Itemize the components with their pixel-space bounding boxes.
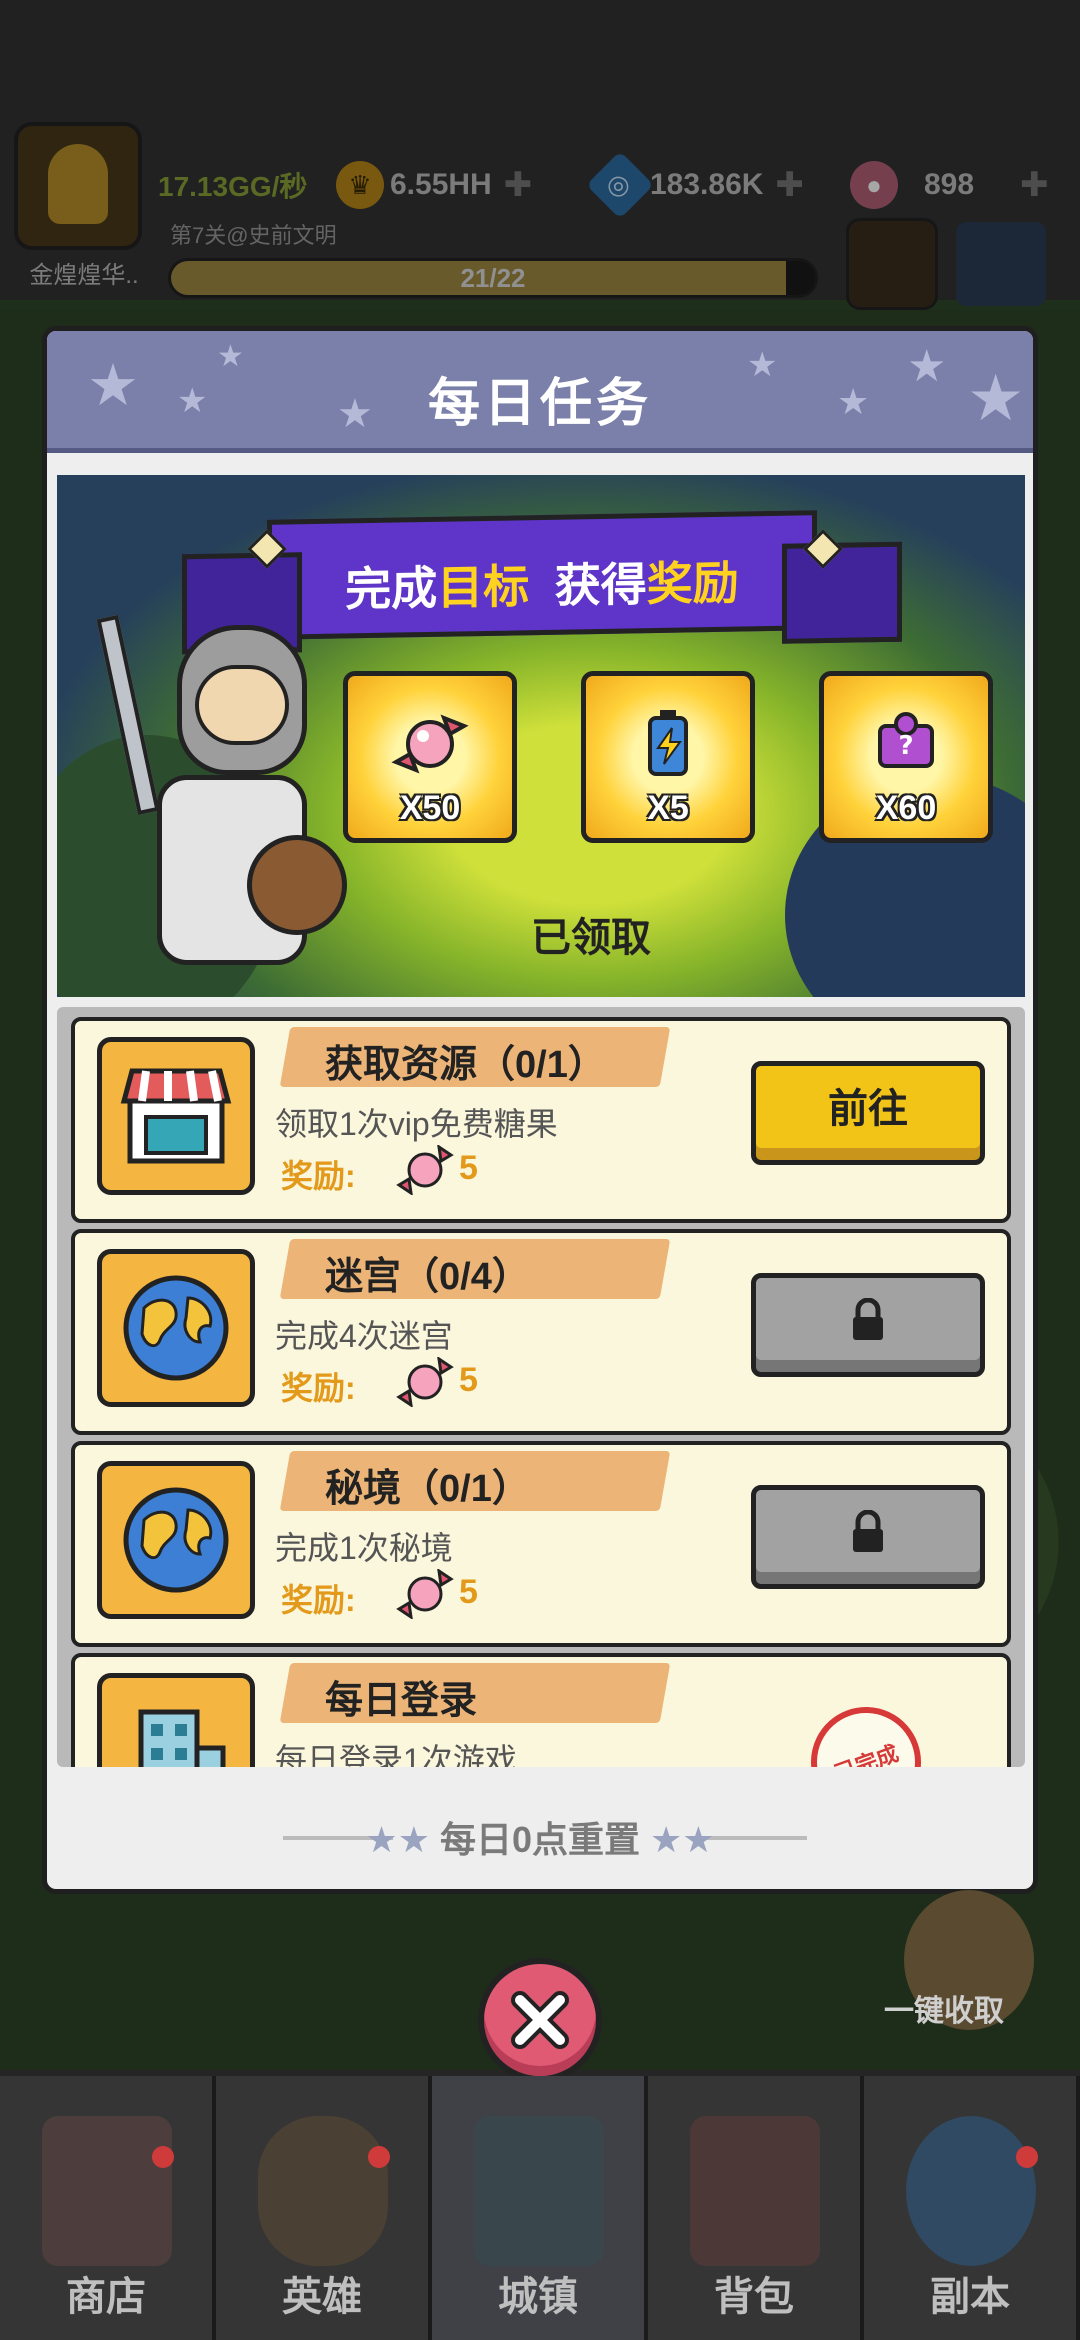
backpack-icon (690, 2116, 820, 2266)
task-reward-value: 5 (459, 1149, 478, 1187)
mystery-puzzle-icon: ? (866, 704, 946, 784)
hero-icon (258, 2116, 388, 2266)
nav-label: 英雄 (282, 2275, 362, 2319)
task-title: 每日登录 (325, 1680, 478, 1722)
notification-dot (368, 2146, 390, 2168)
nav-item-backpack[interactable]: 背包 (648, 2076, 864, 2340)
star-icon: ★★ (365, 1819, 430, 1860)
globe-icon (97, 1249, 255, 1407)
task-reward-value: 5 (459, 1361, 478, 1399)
reward-quantity: X60 (875, 789, 937, 827)
task-description: 完成4次迷宫 (275, 1318, 453, 1354)
modal-title: 每日任务 (427, 375, 652, 433)
task-title: 获取资源（0/1） (325, 1044, 606, 1086)
locked-button[interactable] (751, 1485, 985, 1589)
nav-item-shop[interactable]: 商店 (0, 2076, 216, 2340)
reward-card[interactable]: X5 (581, 671, 755, 843)
reward-card[interactable]: X50 (343, 671, 517, 843)
reward-quantity: X5 (647, 789, 689, 827)
banner-text: 完成目标 获得奖励 (272, 545, 812, 620)
globe-icon (97, 1461, 255, 1619)
nav-item-town[interactable]: 城镇 (432, 2076, 648, 2340)
go-button[interactable]: 前往 (751, 1061, 985, 1165)
reward-banner: 完成目标 获得奖励 X50 X5 ? X60 已领取 (57, 475, 1025, 997)
notification-dot (152, 2146, 174, 2168)
nav-label: 副本 (930, 2275, 1010, 2319)
close-button[interactable] (478, 1958, 602, 2082)
nav-item-dungeon[interactable]: 副本 (864, 2076, 1080, 2340)
shop-icon (97, 1037, 255, 1195)
candy-icon (390, 704, 470, 784)
nav-item-hero[interactable]: 英雄 (216, 2076, 432, 2340)
task-description: 领取1次vip免费糖果 (275, 1106, 558, 1142)
nav-label: 城镇 (498, 2275, 578, 2319)
globe-icon (906, 2116, 1036, 2266)
banner-highlight: 奖励 (646, 556, 739, 611)
nav-label: 背包 (714, 2275, 794, 2319)
town-icon (474, 2116, 604, 2266)
task-reward-label: 奖励: (281, 1370, 356, 1406)
shop-icon (42, 2116, 172, 2266)
reset-text: 每日0点重置 (439, 1819, 641, 1860)
task-title: 迷宫（0/4） (325, 1256, 530, 1298)
candy-icon (396, 1357, 454, 1407)
daily-tasks-modal: ★ ★ ★ ★ ★ ★ ★ ★ 每日任务 完成目标 获得奖励 X50 X5 ? … (42, 326, 1038, 1894)
task-item: 秘境（0/1） 完成1次秘境 奖励: 5 (71, 1441, 1011, 1647)
reward-card[interactable]: ? X60 (819, 671, 993, 843)
battery-icon (628, 704, 708, 784)
lock-icon (853, 1298, 883, 1340)
building-icon (97, 1673, 255, 1767)
task-item: 每日登录 每日登录1次游戏 已完成 (71, 1653, 1011, 1767)
reward-quantity: X50 (399, 789, 461, 827)
banner-ribbon: 完成目标 获得奖励 (267, 510, 817, 640)
candy-icon (396, 1569, 454, 1619)
completed-stamp: 已完成 (795, 1691, 937, 1767)
task-reward-label: 奖励: (281, 1158, 356, 1194)
banner-highlight: 目标 (437, 560, 530, 614)
lock-icon (853, 1510, 883, 1552)
nav-label: 商店 (66, 2275, 146, 2319)
task-reward-value: 5 (459, 1573, 478, 1611)
task-item: 迷宫（0/4） 完成4次迷宫 奖励: 5 (71, 1229, 1011, 1435)
candy-icon (396, 1145, 454, 1195)
task-description: 每日登录1次游戏 (275, 1742, 517, 1767)
task-description: 完成1次秘境 (275, 1530, 453, 1566)
task-title: 秘境（0/1） (325, 1468, 530, 1510)
notification-dot (1016, 2146, 1038, 2168)
reset-note: ★★ 每日0点重置 ★★ (47, 1811, 1033, 1863)
banner-text-part: 获得 (554, 558, 647, 612)
task-list[interactable]: 获取资源（0/1） 领取1次vip免费糖果 奖励: 5 前往 迷宫（0/4） 完… (57, 1007, 1025, 1767)
task-reward-label: 奖励: (281, 1582, 356, 1618)
star-icon: ★★ (650, 1819, 715, 1860)
task-item: 获取资源（0/1） 领取1次vip免费糖果 奖励: 5 前往 (71, 1017, 1011, 1223)
close-icon (511, 1991, 569, 2049)
svg-text:?: ? (898, 731, 913, 761)
banner-text-part: 完成 (345, 561, 438, 616)
claimed-status: 已领取 (531, 916, 651, 960)
hero-face (195, 665, 289, 745)
modal-header: ★ ★ ★ ★ ★ ★ ★ ★ 每日任务 (47, 331, 1033, 453)
bottom-nav: 商店 英雄 城镇 背包 副本 (0, 2076, 1080, 2340)
collect-all-label: 一键收取 (884, 1995, 1004, 2028)
locked-button[interactable] (751, 1273, 985, 1377)
